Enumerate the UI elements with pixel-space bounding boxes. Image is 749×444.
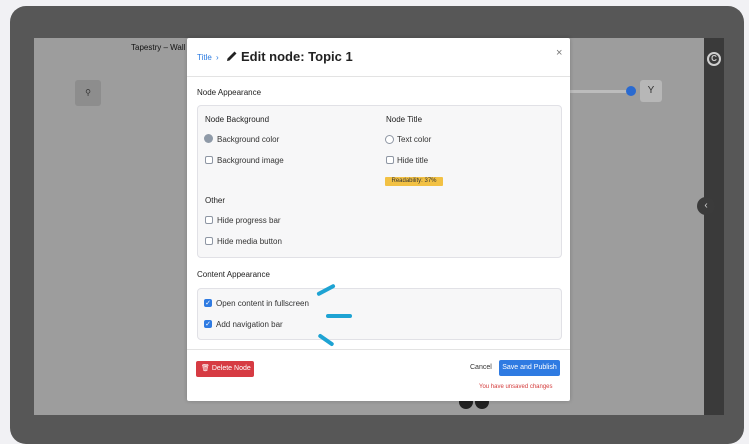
cancel-button[interactable]: Cancel — [470, 364, 492, 371]
content-appearance-heading: Content Appearance — [197, 270, 270, 279]
zoom-slider-knob[interactable] — [626, 86, 636, 96]
content-appearance-panel — [197, 288, 562, 340]
hide-media-button-label[interactable]: Hide media button — [217, 237, 282, 246]
hide-media-button-checkbox[interactable] — [205, 237, 213, 245]
close-icon[interactable]: × — [556, 47, 562, 59]
save-and-publish-button[interactable]: Save and Publish — [499, 360, 560, 376]
edit-node-modal: Title › Edit node: Topic 1 × Node Appear… — [187, 38, 570, 401]
modal-title: Edit node: Topic 1 — [241, 49, 353, 64]
hide-title-checkbox[interactable] — [386, 156, 394, 164]
open-fullscreen-label[interactable]: Open content in fullscreen — [216, 299, 309, 308]
background-image-label[interactable]: Background image — [217, 156, 284, 165]
add-navigation-bar-label[interactable]: Add navigation bar — [216, 320, 283, 329]
fork-icon[interactable]: Y — [640, 80, 662, 102]
node-appearance-panel — [197, 105, 562, 258]
add-navigation-bar-checkbox[interactable]: ✓ — [204, 320, 212, 328]
node-background-heading: Node Background — [205, 115, 270, 124]
delete-node-label: Delete Node — [211, 365, 251, 372]
pencil-icon — [227, 51, 237, 61]
divider — [187, 349, 570, 350]
copyright-icon[interactable] — [707, 52, 721, 66]
text-color-radio[interactable] — [385, 135, 394, 144]
hide-title-label[interactable]: Hide title — [397, 156, 428, 165]
right-sidebar — [704, 38, 724, 415]
hide-progress-bar-label[interactable]: Hide progress bar — [217, 216, 281, 225]
app-title: Tapestry – Wall — [131, 43, 186, 52]
readability-badge: Readability: 37% — [385, 177, 443, 186]
node-appearance-heading: Node Appearance — [197, 88, 262, 97]
breadcrumb-title[interactable]: Title — [197, 53, 212, 62]
annotation-stroke — [326, 314, 352, 318]
zoom-slider[interactable] — [568, 90, 630, 93]
background-image-checkbox[interactable] — [205, 156, 213, 164]
breadcrumb-separator: › — [216, 53, 219, 62]
hide-progress-bar-checkbox[interactable] — [205, 216, 213, 224]
text-color-label[interactable]: Text color — [397, 135, 431, 144]
unsaved-changes-warning: You have unsaved changes — [479, 384, 553, 390]
chevron-left-icon[interactable]: ‹ — [697, 197, 715, 215]
divider — [187, 76, 570, 77]
modal-header: Title › Edit node: Topic 1 × — [187, 38, 570, 76]
other-heading: Other — [205, 196, 226, 205]
background-color-swatch[interactable] — [204, 134, 213, 143]
search-icon[interactable]: ⚲ — [75, 80, 101, 106]
delete-node-button[interactable]: 🗑 Delete Node — [196, 361, 254, 377]
background-color-label[interactable]: Background color — [217, 135, 279, 144]
node-title-heading: Node Title — [386, 115, 423, 124]
trash-icon: 🗑 — [201, 365, 210, 372]
open-fullscreen-checkbox[interactable]: ✓ — [204, 299, 212, 307]
